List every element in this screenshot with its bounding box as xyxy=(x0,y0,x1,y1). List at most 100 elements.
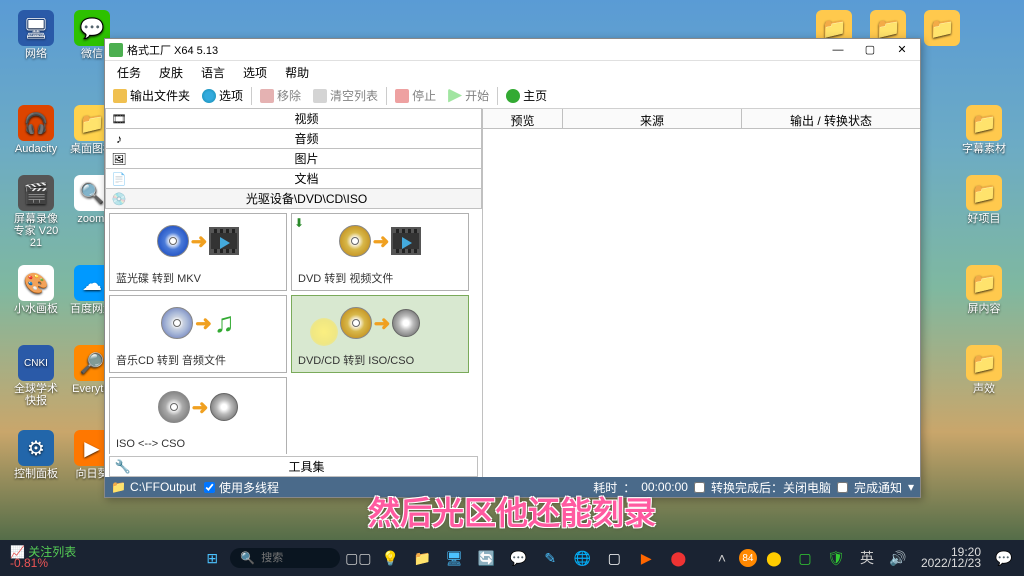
category-video[interactable]: 🎞视频 xyxy=(105,108,482,129)
arrow-icon: ➜ xyxy=(195,311,212,336)
desktop-folder[interactable]: 📁好项目 xyxy=(960,175,1008,225)
disc-icon: 💿 xyxy=(110,190,128,208)
menu-help[interactable]: 帮助 xyxy=(277,61,317,84)
multithread-checkbox[interactable] xyxy=(204,482,215,493)
menu-skin[interactable]: 皮肤 xyxy=(151,61,191,84)
menu-task[interactable]: 任务 xyxy=(109,61,149,84)
tray-network-icon[interactable]: 🔊 xyxy=(884,544,912,572)
taskbar-app[interactable]: 📁 xyxy=(408,544,436,572)
desktop-icon-network[interactable]: 🖥网络 xyxy=(12,10,60,60)
tray-chevron[interactable]: ˄ xyxy=(708,544,736,572)
close-button[interactable]: ✕ xyxy=(888,41,916,59)
tray-ime[interactable]: 英 xyxy=(853,544,881,572)
folder-icon xyxy=(113,89,127,103)
tile-cd-to-audio[interactable]: ➜♫ 音乐CD 转到 音频文件 xyxy=(109,295,287,373)
maximize-button[interactable]: ▢ xyxy=(856,41,884,59)
stock-widget[interactable]: 📈 关注列表 -0.81% xyxy=(6,547,80,569)
taskbar-app[interactable]: ✎ xyxy=(536,544,564,572)
menu-option[interactable]: 选项 xyxy=(235,61,275,84)
chevron-down-icon[interactable]: ▾ xyxy=(908,480,914,494)
tile-label: DVD/CD 转到 ISO/CSO xyxy=(292,350,468,372)
arrow-icon: ➜ xyxy=(373,229,390,254)
toolbar: 输出文件夹 选项 移除 清空列表 停止 开始 主页 xyxy=(105,83,920,109)
toolbar-start[interactable]: 开始 xyxy=(444,85,493,106)
desktop-folder[interactable]: 📁声效 xyxy=(960,345,1008,395)
arrow-icon: ➜ xyxy=(192,395,209,420)
header-source[interactable]: 来源 xyxy=(563,109,742,128)
taskbar-app[interactable]: 🌐 xyxy=(568,544,596,572)
video-subtitle: 然后光区他还能刻录 xyxy=(368,488,656,534)
notifications-button[interactable]: 💬 xyxy=(990,544,1018,572)
format-factory-window: 格式工厂 X64 5.13 — ▢ ✕ 任务 皮肤 语言 选项 帮助 输出文件夹… xyxy=(104,38,921,498)
taskbar-app[interactable]: 💡 xyxy=(376,544,404,572)
desktop-folder[interactable]: 📁屏内容 xyxy=(960,265,1008,315)
film-icon xyxy=(391,227,421,255)
tray-icon[interactable]: 🛡 xyxy=(822,544,850,572)
desktop-folder[interactable]: 📁 xyxy=(918,10,966,48)
taskbar-app[interactable]: 💬 xyxy=(504,544,532,572)
toolbar-home[interactable]: 主页 xyxy=(502,85,551,106)
category-tools[interactable]: 🔧工具集 xyxy=(109,456,478,477)
toolbar-clear[interactable]: 清空列表 xyxy=(309,85,382,106)
taskbar-app[interactable]: ⬤ xyxy=(664,544,692,572)
shutdown-label: 转换完成后：关闭电脑 xyxy=(711,479,831,496)
right-panel: 预览 来源 输出 / 转换状态 xyxy=(483,109,920,477)
tile-label: ISO <--> CSO xyxy=(110,436,286,454)
desktop-icon-label: 全球学术快报 xyxy=(12,383,60,407)
category-audio[interactable]: ♪音频 xyxy=(105,128,482,149)
start-button[interactable]: ⊞ xyxy=(198,544,226,572)
tile-bluray-to-mkv[interactable]: ➜ 蓝光碟 转到 MKV xyxy=(109,213,287,291)
desktop-icon-audacity[interactable]: 🎧Audacity xyxy=(12,105,60,155)
taskbar-app[interactable]: 🔄 xyxy=(472,544,500,572)
output-path[interactable]: C:\FFOutput xyxy=(130,480,196,494)
system-tray: ˄ 84 ⬤ ▢ 🛡 英 🔊 19:20 2022/12/23 💬 xyxy=(708,544,1018,572)
category-image[interactable]: 🖼图片 xyxy=(105,148,482,169)
shutdown-checkbox[interactable] xyxy=(694,482,705,493)
desktop-icon-controlpanel[interactable]: ⚙控制面板 xyxy=(12,430,60,480)
header-preview[interactable]: 预览 xyxy=(483,109,563,128)
category-document[interactable]: 📄文档 xyxy=(105,168,482,189)
desktop-folder[interactable]: 📁字幕素材 xyxy=(960,105,1008,155)
notify-label: 完成通知 xyxy=(854,479,902,496)
left-panel: 🎞视频 ♪音频 🖼图片 📄文档 💿光驱设备\DVD\CD\ISO ➜ 蓝光碟 转… xyxy=(105,109,483,477)
image-icon: 🖼 xyxy=(110,150,128,168)
header-status[interactable]: 输出 / 转换状态 xyxy=(742,109,920,128)
desktop-icon-paint[interactable]: 🎨小水画板 xyxy=(12,265,60,315)
minimize-button[interactable]: — xyxy=(824,41,852,59)
tile-iso-cso[interactable]: ➜ ISO <--> CSO xyxy=(109,377,287,454)
toolbar-option[interactable]: 选项 xyxy=(198,85,247,106)
taskbar-clock[interactable]: 19:20 2022/12/23 xyxy=(915,547,987,569)
taskbar-search[interactable]: 🔍 xyxy=(230,548,340,568)
play-icon xyxy=(448,89,462,103)
notify-checkbox[interactable] xyxy=(837,482,848,493)
desktop-icon-screenrec[interactable]: 🎬屏幕录像专家 V2021 xyxy=(12,175,60,249)
task-view-button[interactable]: ▢▢ xyxy=(344,544,372,572)
toolbar-output-folder[interactable]: 输出文件夹 xyxy=(109,85,194,106)
search-input[interactable] xyxy=(261,552,331,564)
desktop-icon-label: 小水画板 xyxy=(12,303,60,315)
file-list-area[interactable] xyxy=(483,129,920,477)
titlebar[interactable]: 格式工厂 X64 5.13 — ▢ ✕ xyxy=(105,39,920,61)
tray-icon[interactable]: ▢ xyxy=(791,544,819,572)
taskbar-app[interactable]: ▶ xyxy=(632,544,660,572)
cso-icon xyxy=(210,393,238,421)
tile-dvdcd-to-iso[interactable]: ➜ DVD/CD 转到 ISO/CSO xyxy=(291,295,469,373)
category-optical[interactable]: 💿光驱设备\DVD\CD\ISO xyxy=(105,188,482,209)
download-icon: ⬇ xyxy=(294,216,304,230)
tray-icon[interactable]: ⬤ xyxy=(760,544,788,572)
gear-icon xyxy=(202,89,216,103)
temperature-badge[interactable]: 84 xyxy=(739,549,757,567)
stop-icon xyxy=(395,89,409,103)
taskbar-app[interactable]: ▢ xyxy=(600,544,628,572)
music-note-icon: ♫ xyxy=(214,307,235,339)
menu-language[interactable]: 语言 xyxy=(193,61,233,84)
document-icon: 📄 xyxy=(110,170,128,188)
tile-dvd-to-video[interactable]: ⬇ ➜ DVD 转到 视频文件 xyxy=(291,213,469,291)
dvd-disc-icon xyxy=(340,307,372,339)
desktop-icon-cnki[interactable]: CNKI全球学术快报 xyxy=(12,345,60,407)
toolbar-remove[interactable]: 移除 xyxy=(256,85,305,106)
taskbar-app[interactable]: 🖥 xyxy=(440,544,468,572)
remove-icon xyxy=(260,89,274,103)
tile-label: 蓝光碟 转到 MKV xyxy=(110,268,286,290)
toolbar-stop[interactable]: 停止 xyxy=(391,85,440,106)
